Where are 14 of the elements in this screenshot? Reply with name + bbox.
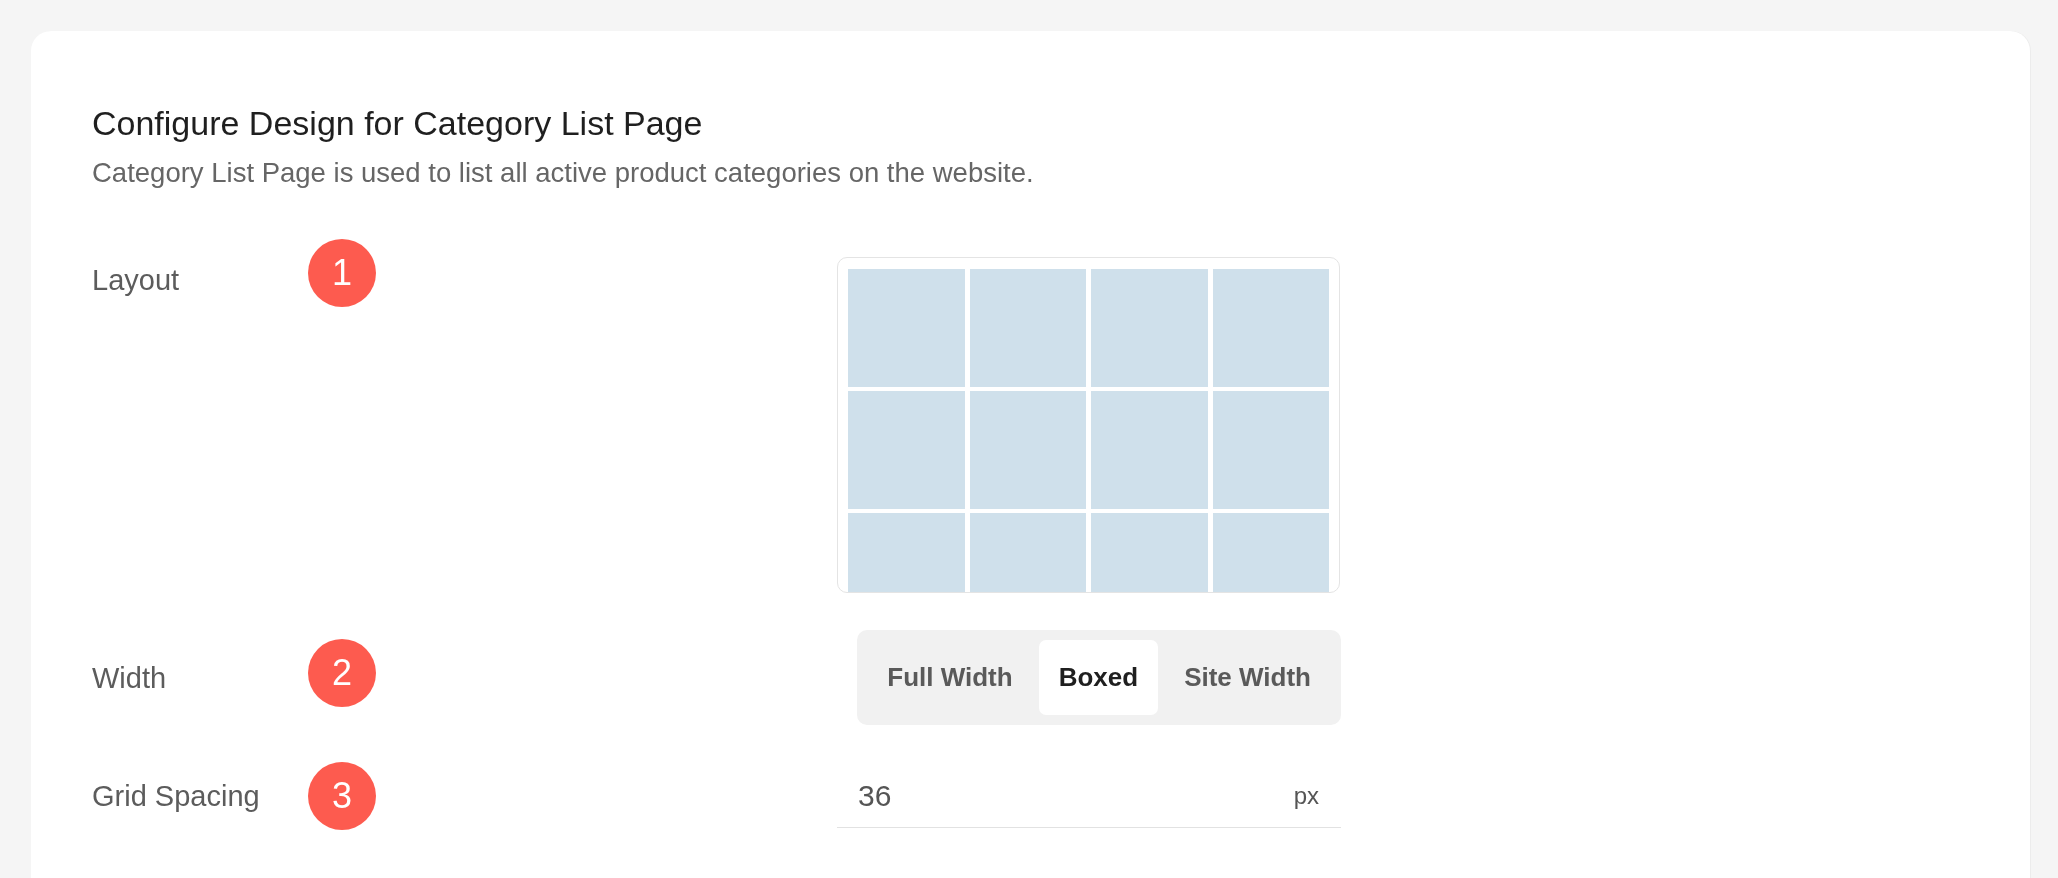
layout-preview[interactable] <box>837 257 1340 593</box>
step-marker: 2 <box>308 638 376 707</box>
grid-spacing-field[interactable]: 36 px <box>837 764 1341 828</box>
setting-label: Width <box>92 660 167 696</box>
page-description: Category List Page is used to list all active product categories on the website. <box>92 156 1034 190</box>
setting-label: Layout <box>92 263 180 298</box>
width-option-button[interactable]: Full Width <box>867 640 1033 715</box>
step-marker: 1 <box>308 239 376 307</box>
width-option-button[interactable]: Site Width <box>1164 640 1331 715</box>
unit-suffix: px <box>1293 781 1319 810</box>
setting-label: Grid Spacing <box>92 779 260 814</box>
width-option-button[interactable]: Boxed <box>1038 640 1159 715</box>
step-marker: 3 <box>308 762 376 830</box>
page-title: Configure Design for Category List Page <box>92 103 703 144</box>
